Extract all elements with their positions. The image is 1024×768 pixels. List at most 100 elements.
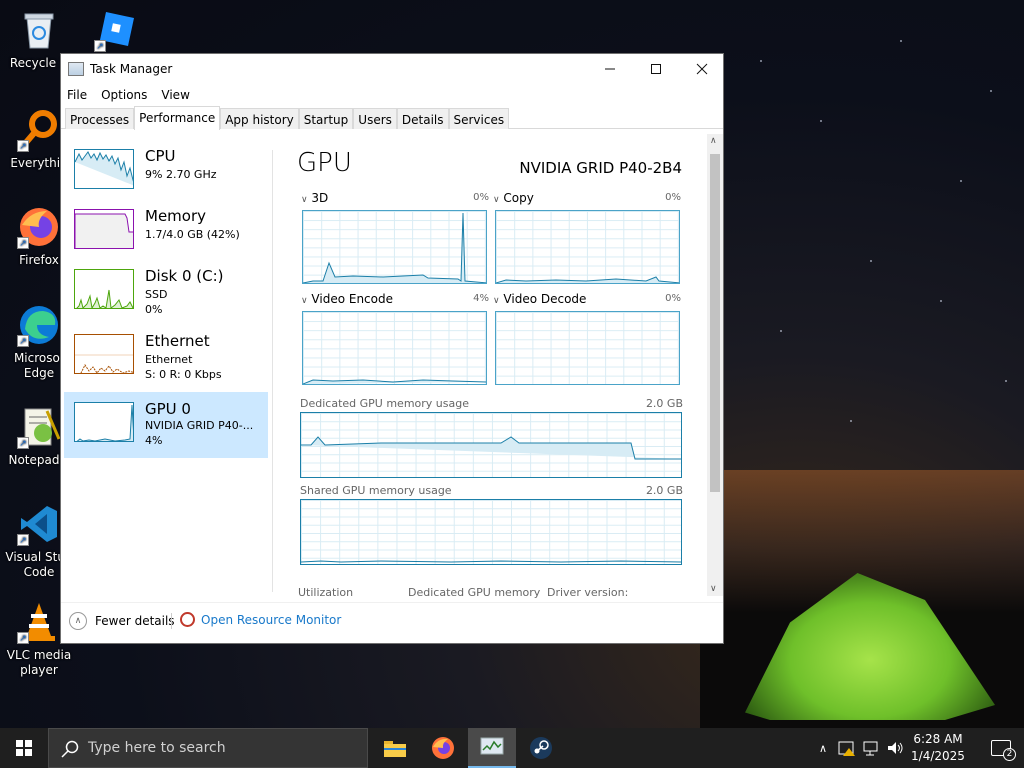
- tab-startup[interactable]: Startup: [298, 108, 354, 129]
- tab-performance[interactable]: Performance: [134, 106, 221, 130]
- network-icon[interactable]: [862, 740, 880, 756]
- open-resource-monitor-label: Open Resource Monitor: [201, 612, 342, 627]
- menu-file[interactable]: File: [67, 88, 87, 102]
- sidebar-item-label: Memory: [145, 207, 207, 225]
- tab-services[interactable]: Services: [448, 108, 510, 129]
- chevron-down-icon: ∨: [493, 195, 500, 205]
- engine-label: Copy: [503, 191, 534, 205]
- taskbar-file-explorer[interactable]: [371, 728, 419, 768]
- task-manager-window: Task Manager File Options View Processes…: [60, 53, 724, 644]
- minimize-icon: [605, 68, 615, 70]
- volume-icon[interactable]: [886, 740, 904, 756]
- engine-selector-3d[interactable]: ∨ 3D: [301, 191, 328, 205]
- action-center-button[interactable]: 2: [978, 728, 1024, 768]
- resource-monitor-icon: [180, 612, 195, 627]
- fewer-details-label: Fewer details: [95, 614, 175, 628]
- tab-users[interactable]: Users: [353, 108, 397, 129]
- ethernet-thumbnail-graph: [74, 334, 134, 374]
- chevron-down-icon: ∨: [493, 296, 500, 306]
- security-warning-icon[interactable]: [838, 740, 856, 756]
- shortcut-arrow-icon: ↗: [17, 237, 29, 249]
- disk-thumbnail-graph: [74, 269, 134, 309]
- desktop-icon-label-line1: VLC media: [6, 648, 72, 662]
- sidebar-item-detail: NVIDIA GRID P40-...: [145, 419, 254, 432]
- tab-app-history[interactable]: App history: [220, 108, 299, 129]
- graph-video-decode: [495, 311, 680, 385]
- desktop-icon-label: Firefox: [19, 253, 59, 267]
- sidebar-item-detail: 0%: [145, 303, 163, 316]
- open-resource-monitor-link[interactable]: Open Resource Monitor: [180, 612, 341, 627]
- engine-selector-copy[interactable]: ∨ Copy: [493, 191, 534, 205]
- start-button[interactable]: [0, 728, 48, 768]
- sidebar-item-ethernet[interactable]: Ethernet Ethernet S: 0 R: 0 Kbps: [64, 329, 268, 395]
- roblox-icon: ↗: [94, 8, 138, 52]
- taskbar-task-manager[interactable]: [468, 728, 516, 768]
- notification-icon: 2: [991, 740, 1016, 761]
- sidebar-item-detail: 9% 2.70 GHz: [145, 168, 217, 181]
- sidebar-item-cpu[interactable]: CPU 9% 2.70 GHz: [64, 144, 268, 210]
- windows-logo-icon: [16, 740, 32, 756]
- title-bar[interactable]: Task Manager: [61, 54, 723, 84]
- menu-options[interactable]: Options: [101, 88, 147, 102]
- sidebar-item-label: Disk 0 (C:): [145, 267, 224, 285]
- dedicated-memory-max: 2.0 GB: [645, 397, 683, 410]
- fewer-details-button[interactable]: ∧ Fewer details: [69, 612, 175, 630]
- scrollbar-thumb[interactable]: [710, 154, 720, 492]
- task-manager-icon: [480, 737, 504, 755]
- maximize-button[interactable]: [633, 54, 679, 84]
- engine-selector-video-encode[interactable]: ∨ Video Encode: [301, 292, 393, 306]
- engine-percent: 0%: [473, 192, 489, 203]
- vertical-scrollbar[interactable]: ∧ ∨: [707, 134, 723, 596]
- gpu-thumbnail-graph: [74, 402, 134, 442]
- sidebar-item-label: Ethernet: [145, 332, 210, 350]
- engine-selector-video-decode[interactable]: ∨ Video Decode: [493, 292, 586, 306]
- scroll-up-icon[interactable]: ∧: [710, 136, 717, 146]
- graph-video-encode: [302, 311, 487, 385]
- shared-memory-max: 2.0 GB: [645, 484, 683, 497]
- task-manager-app-icon: [68, 62, 84, 76]
- clock-date: 1/4/2025: [911, 749, 965, 763]
- tab-strip: Processes Performance App history Startu…: [61, 106, 723, 130]
- system-tray: ∧: [814, 728, 904, 768]
- close-icon: [696, 63, 708, 75]
- search-placeholder: Type here to search: [88, 740, 226, 756]
- taskbar-steam[interactable]: [517, 728, 565, 768]
- desktop-icon-label-line2: Code: [23, 565, 55, 579]
- tab-details[interactable]: Details: [396, 108, 449, 129]
- footer-separator: [171, 613, 172, 629]
- sidebar-item-detail: 1.7/4.0 GB (42%): [145, 228, 240, 241]
- taskbar-firefox[interactable]: [419, 728, 467, 768]
- utilization-label: Utilization: [298, 586, 354, 599]
- sidebar-item-detail: SSD: [145, 288, 168, 301]
- sidebar-item-gpu[interactable]: GPU 0 NVIDIA GRID P40-... 4%: [64, 392, 268, 458]
- notification-count-badge: 2: [1003, 748, 1016, 761]
- show-hidden-icons-chevron-icon[interactable]: ∧: [814, 742, 832, 755]
- dedicated-memory-stat-label: Dedicated GPU memory: [408, 586, 541, 599]
- driver-version-label: Driver version:: [547, 586, 629, 599]
- steam-icon: [530, 737, 552, 759]
- sidebar-item-label: GPU 0: [145, 400, 191, 418]
- close-button[interactable]: [679, 54, 725, 84]
- shortcut-arrow-icon: ↗: [17, 534, 29, 546]
- engine-label: Video Encode: [311, 292, 393, 306]
- sidebar-item-memory[interactable]: Memory 1.7/4.0 GB (42%): [64, 204, 268, 270]
- footer-bar: ∧ Fewer details Open Resource Monitor: [61, 602, 723, 640]
- sidebar-item-detail: Ethernet: [145, 353, 193, 366]
- sidebar-item-detail: S: 0 R: 0 Kbps: [145, 368, 222, 381]
- taskbar-search-box[interactable]: Type here to search: [48, 728, 368, 768]
- sidebar-item-detail: 4%: [145, 434, 163, 447]
- sidebar-item-disk[interactable]: Disk 0 (C:) SSD 0%: [64, 264, 268, 330]
- minimize-button[interactable]: [587, 54, 633, 84]
- gpu-detail-panel: GPU NVIDIA GRID P40-2B4 ∨ 3D 0% ∨ Copy 0…: [273, 144, 709, 599]
- clock[interactable]: 6:28 AM 1/4/2025: [906, 731, 970, 765]
- vscode-icon: ↗: [17, 502, 61, 546]
- vlc-cone-icon: ↗: [17, 600, 61, 644]
- engine-percent: 4%: [473, 293, 489, 304]
- menu-bar: File Options View: [61, 84, 723, 106]
- tab-processes[interactable]: Processes: [65, 108, 135, 129]
- scroll-down-icon[interactable]: ∨: [710, 584, 717, 594]
- menu-view[interactable]: View: [161, 88, 189, 102]
- taskbar: Type here to search ∧ 6:28 AM 1/4/2025 2: [0, 728, 1024, 768]
- firefox-icon: ↗: [17, 205, 61, 249]
- desktop-icon-roblox[interactable]: ↗: [80, 8, 152, 56]
